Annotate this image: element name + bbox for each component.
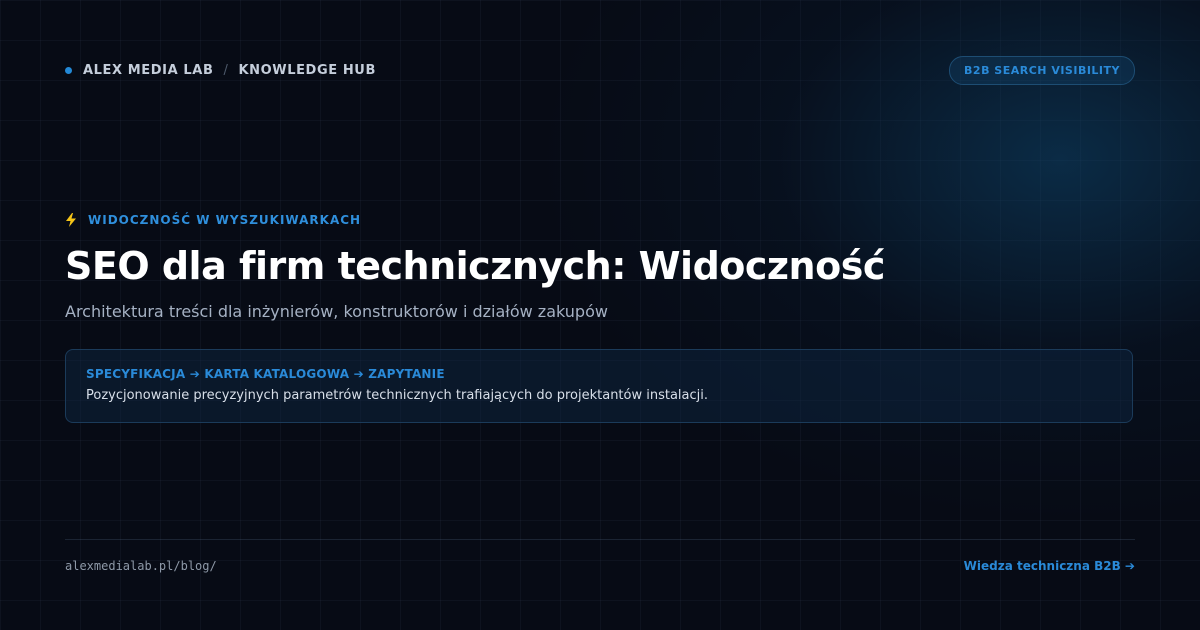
info-box: SPECYFIKACJA ➔ KARTA KATALOGOWA ➔ ZAPYTA…	[65, 349, 1133, 423]
kicker-label: WIDOCZNOŚĆ W WYSZUKIWARKACH	[88, 213, 362, 227]
section-name[interactable]: KNOWLEDGE HUB	[238, 63, 376, 78]
footer-link[interactable]: Wiedza techniczna B2B ➔	[964, 559, 1135, 573]
page-title: SEO dla firm technicznych: Widoczność	[65, 244, 885, 288]
footer-divider	[65, 539, 1135, 540]
brand-dot-icon	[65, 66, 72, 74]
info-box-text: Pozycjonowanie precyzyjnych parametrów t…	[86, 388, 709, 403]
lightning-bolt-icon	[66, 213, 76, 227]
brand-name[interactable]: ALEX MEDIA LAB	[83, 63, 213, 78]
breadcrumb: ALEX MEDIA LAB / KNOWLEDGE HUB	[65, 63, 376, 78]
page-subtitle: Architektura treści dla inżynierów, kons…	[65, 302, 608, 321]
category-badge: B2B SEARCH VISIBILITY	[949, 55, 1135, 85]
breadcrumb-separator: /	[223, 62, 229, 78]
page-header: ALEX MEDIA LAB / KNOWLEDGE HUB B2B SEARC…	[65, 55, 1135, 85]
kicker: WIDOCZNOŚĆ W WYSZUKIWARKACH	[65, 213, 361, 227]
info-box-heading: SPECYFIKACJA ➔ KARTA KATALOGOWA ➔ ZAPYTA…	[86, 367, 445, 381]
footer-url: alexmedialab.pl/blog/	[65, 559, 217, 573]
